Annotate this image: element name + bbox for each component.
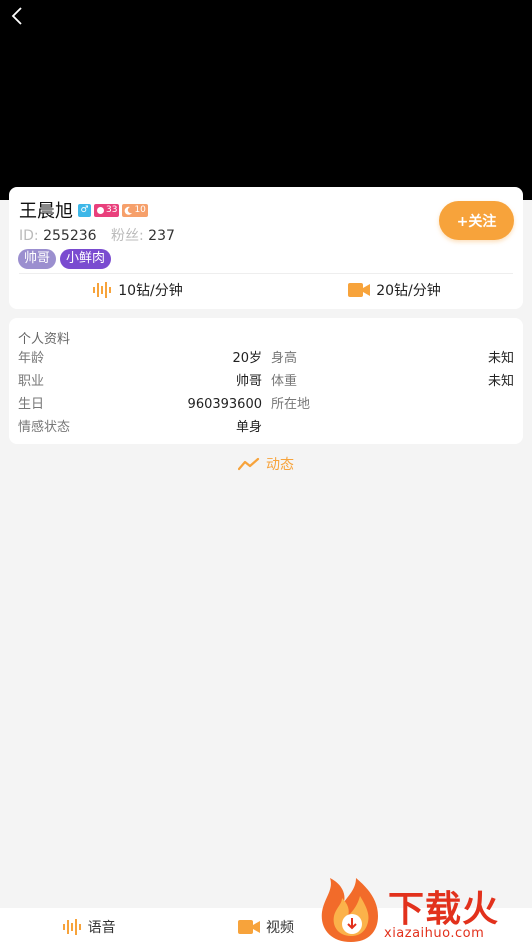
wealth-level-badge: 33: [94, 203, 120, 217]
gender-male-icon: ♂: [78, 203, 91, 217]
info-key: 年龄: [18, 351, 45, 366]
voice-price: 10钻/分钟: [9, 277, 266, 303]
follow-button[interactable]: +关注: [439, 201, 514, 240]
video-call-label: 视频: [265, 920, 294, 936]
profile-card: 王晨旭 ♂ 33 10 ID: 255236 粉丝: 237 帅哥 小鲜肉 +关…: [9, 187, 523, 309]
charm-level-badge: 10: [122, 203, 148, 217]
info-key: 身高: [271, 351, 298, 366]
info-key: 所在地: [271, 397, 311, 412]
info-row: 生日 960393600 所在地: [9, 395, 523, 415]
tag-list: 帅哥 小鲜肉: [18, 249, 115, 269]
info-key: 体重: [271, 374, 298, 389]
flame-logo-icon: [321, 878, 378, 942]
info-key: 生日: [18, 397, 45, 412]
video-price-text: 20钻/分钟: [376, 283, 441, 299]
info-key: 情感状态: [18, 420, 71, 435]
section-title: 个人资料: [18, 332, 71, 347]
personal-info-card: 个人资料 年龄 20岁 身高 未知 职业 帅哥 体重 未知 生日 9603936…: [9, 318, 523, 444]
id-fans-row: ID: 255236 粉丝: 237: [19, 227, 185, 245]
user-name: 王晨旭: [19, 201, 73, 222]
tab-dynamic[interactable]: 动态: [0, 454, 532, 474]
video-price: 20钻/分钟: [266, 277, 523, 303]
watermark-url: xiazaihuo.com: [384, 926, 485, 941]
back-button[interactable]: [6, 4, 28, 28]
info-value: 单身: [235, 420, 262, 435]
chevron-left-icon: [11, 7, 22, 25]
info-value: 未知: [487, 351, 514, 366]
info-value: 未知: [487, 374, 514, 389]
tag: 帅哥: [18, 249, 57, 269]
name-row: 王晨旭 ♂ 33 10: [19, 198, 151, 222]
info-row: 情感状态 单身: [9, 418, 523, 438]
id-label: ID:: [19, 228, 39, 244]
tag: 小鲜肉: [60, 249, 112, 269]
voice-wave-icon: [93, 282, 112, 298]
video-camera-icon: [348, 283, 371, 297]
diamond-icon: [97, 206, 104, 214]
trend-line-icon: [238, 457, 260, 471]
id-value: 255236: [43, 228, 97, 244]
moon-icon: [125, 206, 133, 215]
profile-cover: [0, 0, 532, 200]
info-row: 职业 帅哥 体重 未知: [9, 372, 523, 392]
charm-level-value: 10: [134, 205, 146, 215]
wealth-level-value: 33: [106, 205, 118, 215]
tab-dynamic-label: 动态: [266, 457, 294, 473]
fans-value: 237: [148, 228, 175, 244]
divider: [19, 273, 513, 274]
voice-call-label: 语音: [87, 920, 116, 936]
info-value: 960393600: [187, 397, 262, 412]
voice-price-text: 10钻/分钟: [118, 283, 183, 299]
info-row: 年龄 20岁 身高 未知: [9, 349, 523, 369]
voice-wave-icon: [62, 919, 81, 935]
watermark-title: 下载火: [388, 889, 500, 930]
fans-label: 粉丝:: [111, 228, 144, 244]
info-value: 20岁: [232, 351, 262, 366]
voice-call-button[interactable]: 语音: [0, 908, 177, 946]
info-value: 帅哥: [235, 374, 262, 389]
video-camera-icon: [237, 920, 260, 934]
info-key: 职业: [18, 374, 45, 389]
price-row: 10钻/分钟 20钻/分钟: [9, 277, 523, 303]
watermark: 下载火 xiazaihuo.com: [316, 876, 528, 944]
